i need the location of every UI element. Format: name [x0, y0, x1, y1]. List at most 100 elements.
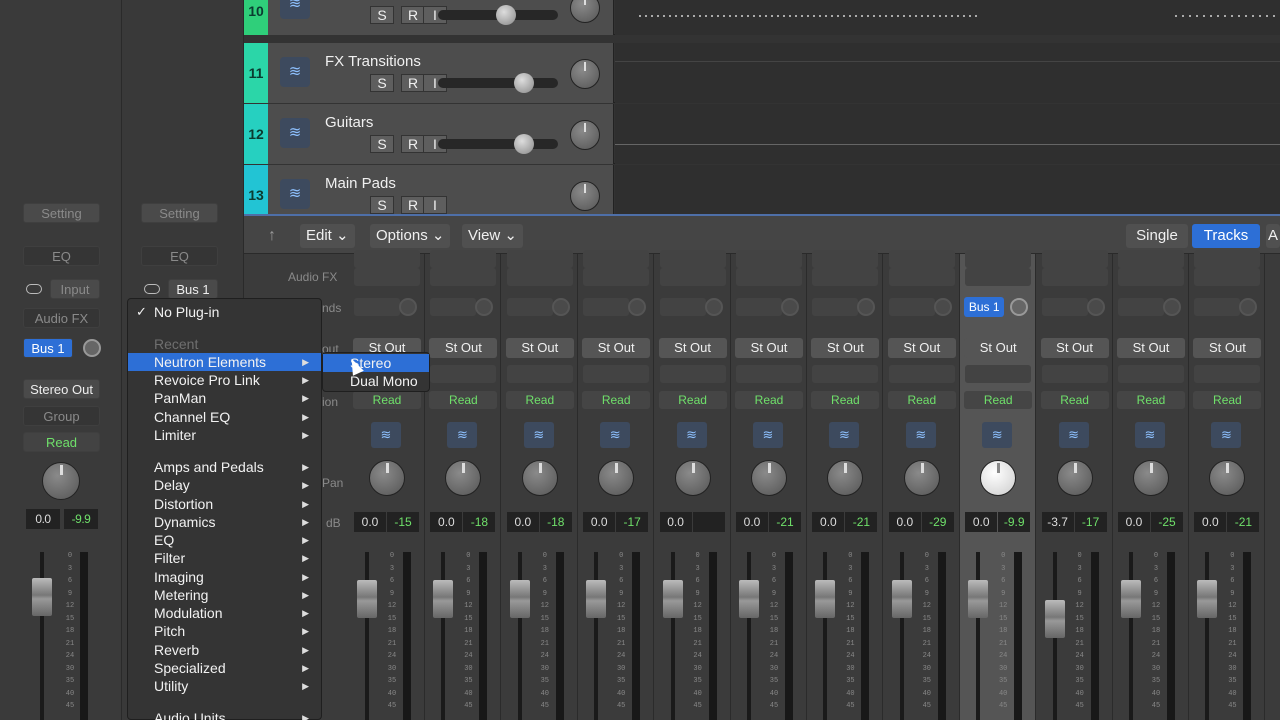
pan-knob[interactable] [827, 460, 864, 496]
send-slot[interactable] [736, 298, 782, 316]
group-slot[interactable] [506, 365, 573, 383]
pan-knob[interactable] [980, 460, 1017, 496]
eq-slot[interactable] [659, 250, 726, 268]
volume-readout[interactable]: 0.0 [583, 512, 616, 532]
eq-slot[interactable] [888, 250, 955, 268]
automation-mode-button[interactable]: Read [23, 432, 100, 452]
eq-slot[interactable] [583, 250, 650, 268]
send-bus-button[interactable]: Bus 1 [23, 338, 73, 358]
input-monitor-button[interactable]: I [423, 196, 447, 214]
audio-fx-slot[interactable] [1118, 268, 1184, 286]
output-slot[interactable]: St Out [582, 338, 651, 358]
track-header[interactable]: ≋ Guitars S R I [268, 104, 614, 164]
volume-readout[interactable]: -3.7 [1041, 512, 1074, 532]
eq-button[interactable]: EQ [23, 246, 100, 266]
plugin-category-item[interactable]: Dynamics ▶ [128, 513, 321, 531]
send-slot[interactable] [888, 298, 935, 316]
group-slot[interactable] [888, 365, 955, 383]
group-slot[interactable] [583, 365, 650, 383]
audio-fx-slot[interactable] [1041, 268, 1108, 286]
pan-knob[interactable] [369, 460, 405, 496]
recent-plugin-item[interactable]: Channel EQ ▶ [128, 408, 321, 426]
send-level-knob[interactable] [1086, 298, 1105, 316]
eq-slot[interactable] [1118, 250, 1184, 268]
setting-button[interactable]: Setting [141, 203, 218, 223]
volume-slider-knob[interactable] [496, 5, 516, 25]
volume-fader[interactable] [1121, 580, 1141, 618]
pan-knob[interactable] [521, 460, 558, 496]
plugin-category-item[interactable]: Utility ▶ [128, 677, 321, 695]
volume-readout[interactable]: 0.0 [888, 512, 921, 532]
solo-button[interactable]: S [370, 135, 394, 153]
track-lane[interactable] [615, 104, 1280, 164]
up-arrow-icon[interactable]: ↑ [257, 225, 287, 247]
eq-slot[interactable] [812, 250, 879, 268]
channel-strip[interactable]: St Out Read ≋ -3.7 -17 0 3 6 9 12 15 18 21 24 30 35 40 45 [1037, 250, 1113, 720]
track-header[interactable]: ≋ S R I [268, 0, 614, 35]
channel-strip[interactable]: St Out Read ≋ 0.0 -21 0 3 6 9 12 15 18 21 24 30 35 40 45 [1189, 250, 1266, 720]
output-slot[interactable]: St Out [811, 338, 880, 358]
channel-strip[interactable]: St Out Read ≋ 0.0 -18 0 3 6 9 12 15 18 21 24 30 35 40 45 [425, 250, 502, 720]
record-button[interactable]: R [401, 6, 425, 24]
automation-mode-button[interactable]: Read [1117, 391, 1185, 409]
automation-mode-button[interactable]: Read [429, 391, 498, 409]
volume-fader[interactable] [815, 580, 836, 618]
track-volume-slider[interactable] [438, 134, 558, 154]
send-level-knob[interactable] [628, 298, 647, 316]
volume-fader[interactable] [509, 580, 530, 618]
eq-slot[interactable] [430, 250, 497, 268]
automation-mode-button[interactable]: Read [811, 391, 880, 409]
setting-button[interactable]: Setting [23, 203, 100, 223]
pan-knob[interactable] [1133, 460, 1169, 496]
send-level-knob[interactable] [1239, 298, 1258, 316]
output-slot[interactable]: St Out [429, 338, 498, 358]
track-number[interactable]: 11 [244, 43, 268, 103]
plugin-category-item[interactable]: Imaging ▶ [128, 568, 321, 586]
group-slot[interactable] [430, 365, 497, 383]
track-number[interactable]: 12 [244, 104, 268, 164]
plugin-category-item[interactable]: Reverb ▶ [128, 641, 321, 659]
volume-readout[interactable]: 0.0 [506, 512, 539, 532]
plugin-category-item[interactable]: Distortion ▶ [128, 495, 321, 513]
pan-knob[interactable] [42, 462, 80, 500]
pan-knob[interactable] [1209, 460, 1246, 496]
output-slot[interactable]: St Out [735, 338, 803, 358]
channel-strip[interactable]: St Out Read ≋ 0.0 -21 0 3 6 9 12 15 18 21 24 30 35 40 45 [807, 250, 884, 720]
track-number[interactable]: 10 [244, 0, 268, 35]
channel-strip[interactable]: Bus 1 St Out Read ≋ 0.0 -9.9 0 3 6 9 12 15 18 21 24 30 3… [960, 250, 1037, 720]
audio-fx-slot[interactable] [506, 268, 573, 286]
volume-fader[interactable] [662, 580, 683, 618]
send-slot[interactable] [659, 298, 706, 316]
automation-mode-button[interactable]: Read [353, 391, 421, 409]
pan-knob[interactable] [1056, 460, 1093, 496]
volume-readout[interactable]: 0.0 [659, 512, 692, 532]
volume-fader[interactable] [357, 580, 377, 618]
audio-fx-slot[interactable] [812, 268, 879, 286]
group-slot[interactable] [659, 365, 726, 383]
pan-knob[interactable] [751, 460, 787, 496]
eq-slot[interactable] [354, 250, 420, 268]
automation-mode-button[interactable]: Read [505, 391, 574, 409]
record-button[interactable]: R [401, 74, 425, 92]
output-slot[interactable]: St Out [964, 338, 1033, 358]
recent-plugin-item[interactable]: Revoice Pro Link ▶ [128, 371, 321, 389]
group-slot[interactable] [965, 365, 1032, 383]
output-slot[interactable]: St Out [658, 338, 727, 358]
track-lane[interactable] [615, 43, 1280, 103]
track-row[interactable]: 12 ≋ Guitars S R I [244, 104, 1280, 164]
volume-readout[interactable]: 0.0 [26, 509, 60, 529]
track-lane[interactable] [615, 0, 1280, 35]
volume-readout[interactable]: 0.0 [736, 512, 768, 532]
automation-mode-button[interactable]: Read [1040, 391, 1109, 409]
output-slot[interactable]: St Out [1117, 338, 1185, 358]
audio-fx-slot[interactable] [888, 268, 955, 286]
link-icon[interactable] [26, 284, 42, 294]
volume-fader[interactable] [1044, 600, 1065, 638]
track-header[interactable]: ≋ FX Transitions S R I [268, 43, 614, 103]
volume-slider-knob[interactable] [514, 73, 534, 93]
automation-mode-button[interactable]: Read [1193, 391, 1262, 409]
track-name[interactable]: Main Pads [325, 175, 396, 192]
recent-plugin-item[interactable]: Neutron Elements ▶ [128, 353, 321, 371]
solo-button[interactable]: S [370, 74, 394, 92]
plugin-category-item[interactable]: Metering ▶ [128, 586, 321, 604]
